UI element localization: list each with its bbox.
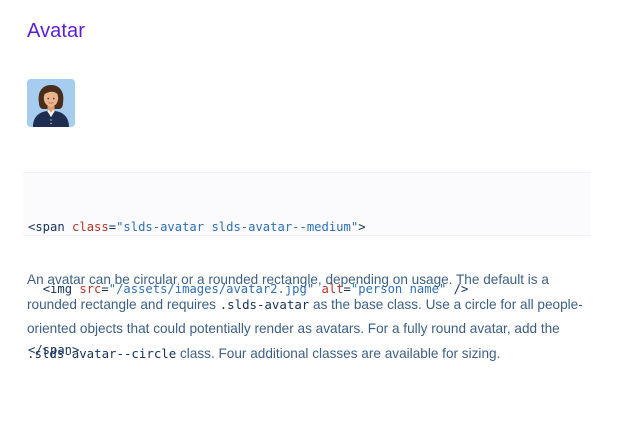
code-tag-close: > [358, 220, 366, 234]
code-line-1: <span class="slds-avatar slds-avatar--me… [28, 217, 591, 238]
code-equals: = [108, 220, 117, 234]
inline-code-circle-class: .slds-avatar--circle [27, 345, 177, 361]
avatar [27, 79, 75, 127]
description-text-3: class. Four additional classes are avail… [176, 345, 501, 361]
code-tag-open: <span [28, 220, 73, 234]
inline-code-base-class: .slds-avatar [219, 296, 310, 312]
documentation-page: Avatar <span class="slds-avatar slds-ava… [0, 0, 625, 428]
description-paragraph: An avatar can be circular or a rounded r… [27, 268, 592, 366]
code-snippet: <span class="slds-avatar slds-avatar--me… [23, 172, 591, 357]
section-heading: Avatar [27, 20, 86, 42]
code-string-class: "slds-avatar slds-avatar--medium" [116, 220, 359, 234]
person-avatar-icon [27, 79, 75, 127]
code-attr-class: class [72, 220, 109, 234]
